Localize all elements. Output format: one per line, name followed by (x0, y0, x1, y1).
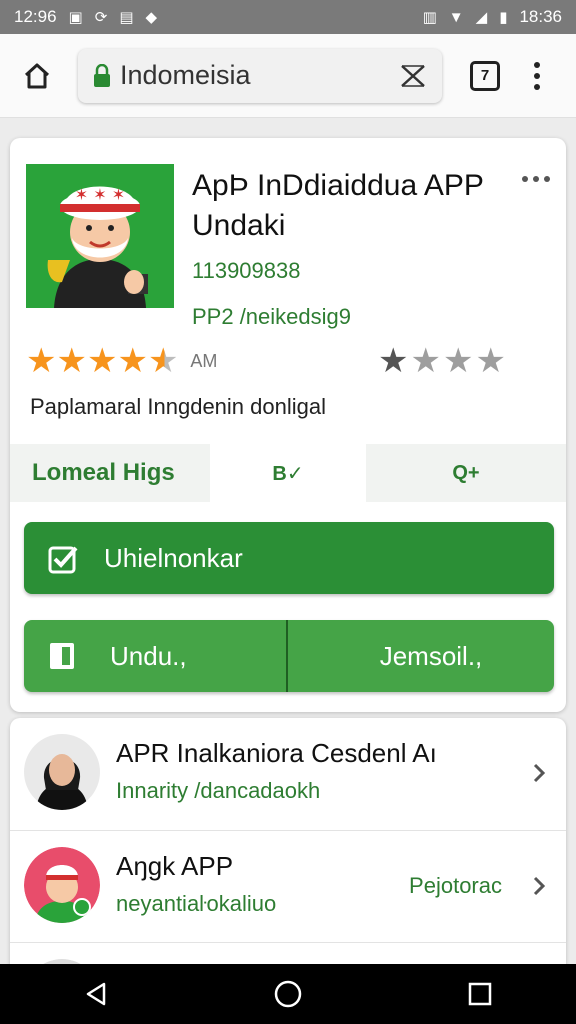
recents-icon[interactable] (460, 974, 500, 1014)
status-time-right: 18:36 (519, 7, 562, 26)
app-description: Paplamaral Inngdenin donligal (30, 394, 326, 419)
door-icon (50, 643, 74, 669)
star-icon: ★ (56, 342, 87, 380)
tabs-icon[interactable]: 7 (470, 60, 500, 91)
svg-text:✶ ✶ ✶: ✶ ✶ ✶ (75, 185, 125, 204)
user-rating-stars[interactable]: ★ ★ ★ ★ (378, 344, 506, 378)
app-title: ApÞ InDdiaiddua APP Undaki (192, 169, 484, 242)
star-icon[interactable]: ★ (443, 344, 473, 378)
status-left: 12:96 ▣ ⟳ ▤ ◆ (14, 7, 157, 27)
list-item-subtitle: Innarity /dancadaokh (116, 778, 321, 803)
app-icon[interactable]: ✶ ✶ ✶ (26, 164, 174, 308)
notification-icon: ▣ (68, 9, 83, 26)
related-list: APR Inalkaniora Cesdenl Aı Innarity /dan… (10, 718, 566, 978)
tab-count: 7 (480, 67, 490, 84)
back-icon[interactable] (76, 974, 116, 1014)
system-nav-bar (0, 964, 576, 1024)
list-item-status: Pejotorac (409, 873, 502, 898)
list-item-title: Aŋgk APP (116, 851, 234, 881)
star-icon[interactable]: ★ (378, 344, 408, 378)
verify-icon: B✓ (272, 462, 304, 485)
rating-label: AM (190, 350, 218, 371)
action-left[interactable]: Lomeal Higs (10, 444, 210, 502)
avatar (24, 847, 100, 923)
star-icon[interactable]: ★ (475, 344, 505, 378)
home-icon[interactable] (14, 53, 60, 99)
app-subtitle: PP2 /neikedsig9 (192, 304, 351, 329)
list-item-title: APR Inalkaniora Cesdenl Aı (116, 738, 437, 768)
battery-icon: ▮ (499, 9, 508, 26)
mail-icon: ▤ (119, 9, 134, 26)
rating-stars: ★ ★ ★ ★ ★ AM (26, 344, 217, 378)
action-mid[interactable]: B✓ (210, 444, 366, 502)
url-text: Indomeisia (120, 60, 251, 90)
star-icon: ★ (26, 342, 57, 380)
signal-icon: ◢ (475, 9, 488, 26)
sync-icon: ⟳ (94, 9, 108, 26)
app-number: 113909838 (192, 258, 301, 283)
search-add-icon: Q+ (452, 461, 480, 484)
app-card: ✶ ✶ ✶ ApÞ InDdiaiddua APP Undaki 1139098… (10, 138, 566, 712)
split-button: Undu., Jemsoil., (24, 620, 554, 692)
status-bar: 12:96 ▣ ⟳ ▤ ◆ ▥ ▼ ◢ ▮ 18:36 (0, 0, 576, 34)
lock-icon (92, 63, 112, 89)
split-right-button[interactable]: Jemsoil., (288, 620, 554, 692)
split-left-button[interactable]: Undu., (24, 620, 288, 692)
list-item[interactable]: Aŋgk APP neyantiaŀokaliuo Pejotorac (10, 830, 566, 942)
list-item[interactable]: APR Inalkaniora Cesdenl Aı Innarity /dan… (10, 718, 566, 830)
action-right[interactable]: Q+ (366, 444, 566, 502)
address-bar[interactable]: Indomeisia (78, 48, 442, 103)
half-star-icon: ★ (147, 342, 179, 380)
star-icon: ★ (117, 342, 148, 380)
nfc-icon: ▥ (422, 9, 437, 26)
split-right-label: Jemsoil., (379, 640, 483, 671)
wifi-icon: ▼ (448, 8, 464, 26)
star-icon[interactable]: ★ (410, 344, 440, 378)
list-item-subtitle: neyantiaŀokaliuo (116, 891, 277, 916)
close-icon[interactable] (398, 61, 428, 91)
check-icon (48, 542, 80, 574)
more-options-icon[interactable] (522, 176, 550, 182)
action-row: Lomeal Higs B✓ Q+ (10, 444, 566, 502)
overflow-menu-icon[interactable] (530, 61, 544, 90)
android-icon: ◆ (145, 9, 158, 26)
primary-button[interactable]: Uhielnonkar (24, 522, 554, 594)
status-time-left: 12:96 (14, 7, 57, 26)
home-nav-icon[interactable] (268, 974, 308, 1014)
avatar (24, 734, 100, 810)
split-left-label: Undu., (110, 640, 187, 671)
primary-button-label: Uhielnonkar (104, 542, 243, 573)
browser-toolbar: Indomeisia 7 (0, 34, 576, 118)
status-right: ▥ ▼ ◢ ▮ 18:36 (423, 7, 562, 27)
star-icon: ★ (86, 342, 118, 380)
chevron-right-icon (532, 871, 548, 901)
chevron-right-icon (532, 758, 548, 788)
